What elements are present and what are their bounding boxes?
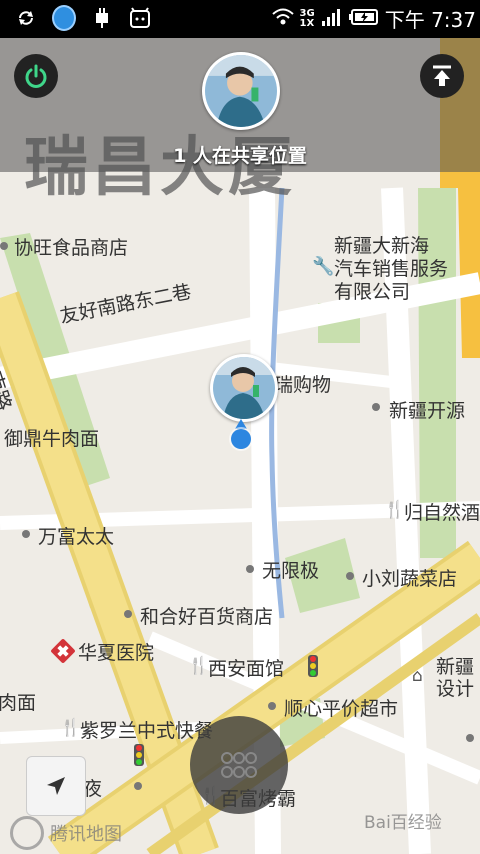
tencent-logo-icon (10, 816, 44, 850)
poi-wanfu[interactable]: 万富太太 (38, 522, 114, 549)
poi-dot (22, 530, 30, 538)
grid-dots-icon (221, 752, 257, 778)
traffic-light-icon (134, 744, 144, 766)
fork-knife-icon: 🍴 (384, 500, 406, 520)
traffic-light-icon (308, 655, 318, 677)
battery-icon (348, 8, 379, 30)
share-count-text: 1 人在共享位置 (173, 145, 307, 167)
browser-icon (52, 5, 76, 31)
status-bar: 3G 1X 下午 7:37 (0, 0, 480, 38)
power-button[interactable] (14, 54, 58, 98)
network-type: 3G 1X (299, 7, 315, 29)
usb-icon (90, 6, 114, 30)
baidu-watermark: Bai百经验 (364, 813, 442, 833)
poi-xinjiang-kaiyuan[interactable]: 新疆开源 (389, 396, 465, 423)
poi-ruigouwu[interactable]: 瑞购物 (274, 370, 331, 397)
poi-ziluolan[interactable]: 紫罗兰中式快餐 (80, 716, 213, 743)
signal-icon (321, 7, 343, 31)
status-time: 下午 7:37 (384, 8, 476, 32)
poi-shunxin[interactable]: 顺心平价超市 (284, 694, 398, 721)
navigation-arrow-icon (47, 777, 65, 795)
locate-me-button[interactable] (26, 756, 86, 816)
poi-dot (124, 610, 132, 618)
poi-dot (0, 242, 8, 250)
poi-dot (268, 702, 276, 710)
user-photo-icon (213, 357, 275, 419)
poi-dot (466, 734, 474, 742)
poi-xiaoliu[interactable]: 小刘蔬菜店 (362, 564, 457, 591)
poi-dot (346, 572, 354, 580)
tencent-map-logo: 腾讯地图 (10, 816, 122, 850)
map-user-avatar[interactable] (210, 354, 278, 422)
wifi-icon (271, 8, 294, 30)
poi-hehehao[interactable]: 和合好百货商店 (140, 602, 273, 629)
poi-xiewang[interactable]: 协旺食品商店 (14, 233, 128, 260)
poi-huaxia[interactable]: 华夏医院 (78, 638, 154, 665)
user-photo-icon (205, 55, 277, 127)
poi-guiziran[interactable]: 归自然酒 (404, 498, 480, 525)
building-icon: ⌂ (412, 666, 423, 686)
menu-button[interactable] (190, 716, 288, 814)
power-icon (25, 64, 47, 88)
current-location-dot (231, 429, 251, 449)
poi-wuxianji[interactable]: 无限极 (262, 556, 319, 583)
poi-roumian[interactable]: 肉面 (0, 688, 36, 715)
fork-knife-icon: 🍴 (60, 718, 82, 738)
poi-xian[interactable]: 西安面馆 (208, 654, 284, 681)
fork-knife-icon: 🍴 (188, 656, 210, 676)
poi-dot (246, 565, 254, 573)
poi-dot (134, 782, 142, 790)
app-notification-icon (128, 6, 152, 30)
location-pointer-icon (235, 419, 247, 429)
poi-yuding[interactable]: 御鼎牛肉面 (4, 424, 99, 451)
poi-dot (372, 403, 380, 411)
poi-youxian: 有限公司 (334, 281, 411, 303)
arrow-up-to-top-icon (433, 65, 451, 86)
sync-icon (14, 6, 38, 30)
poi-xinjiang-sheji-2: 设计 (436, 678, 475, 700)
upload-button[interactable] (420, 54, 464, 98)
header-user-avatar[interactable] (202, 52, 280, 130)
wrench-icon: 🔧 (312, 256, 335, 277)
